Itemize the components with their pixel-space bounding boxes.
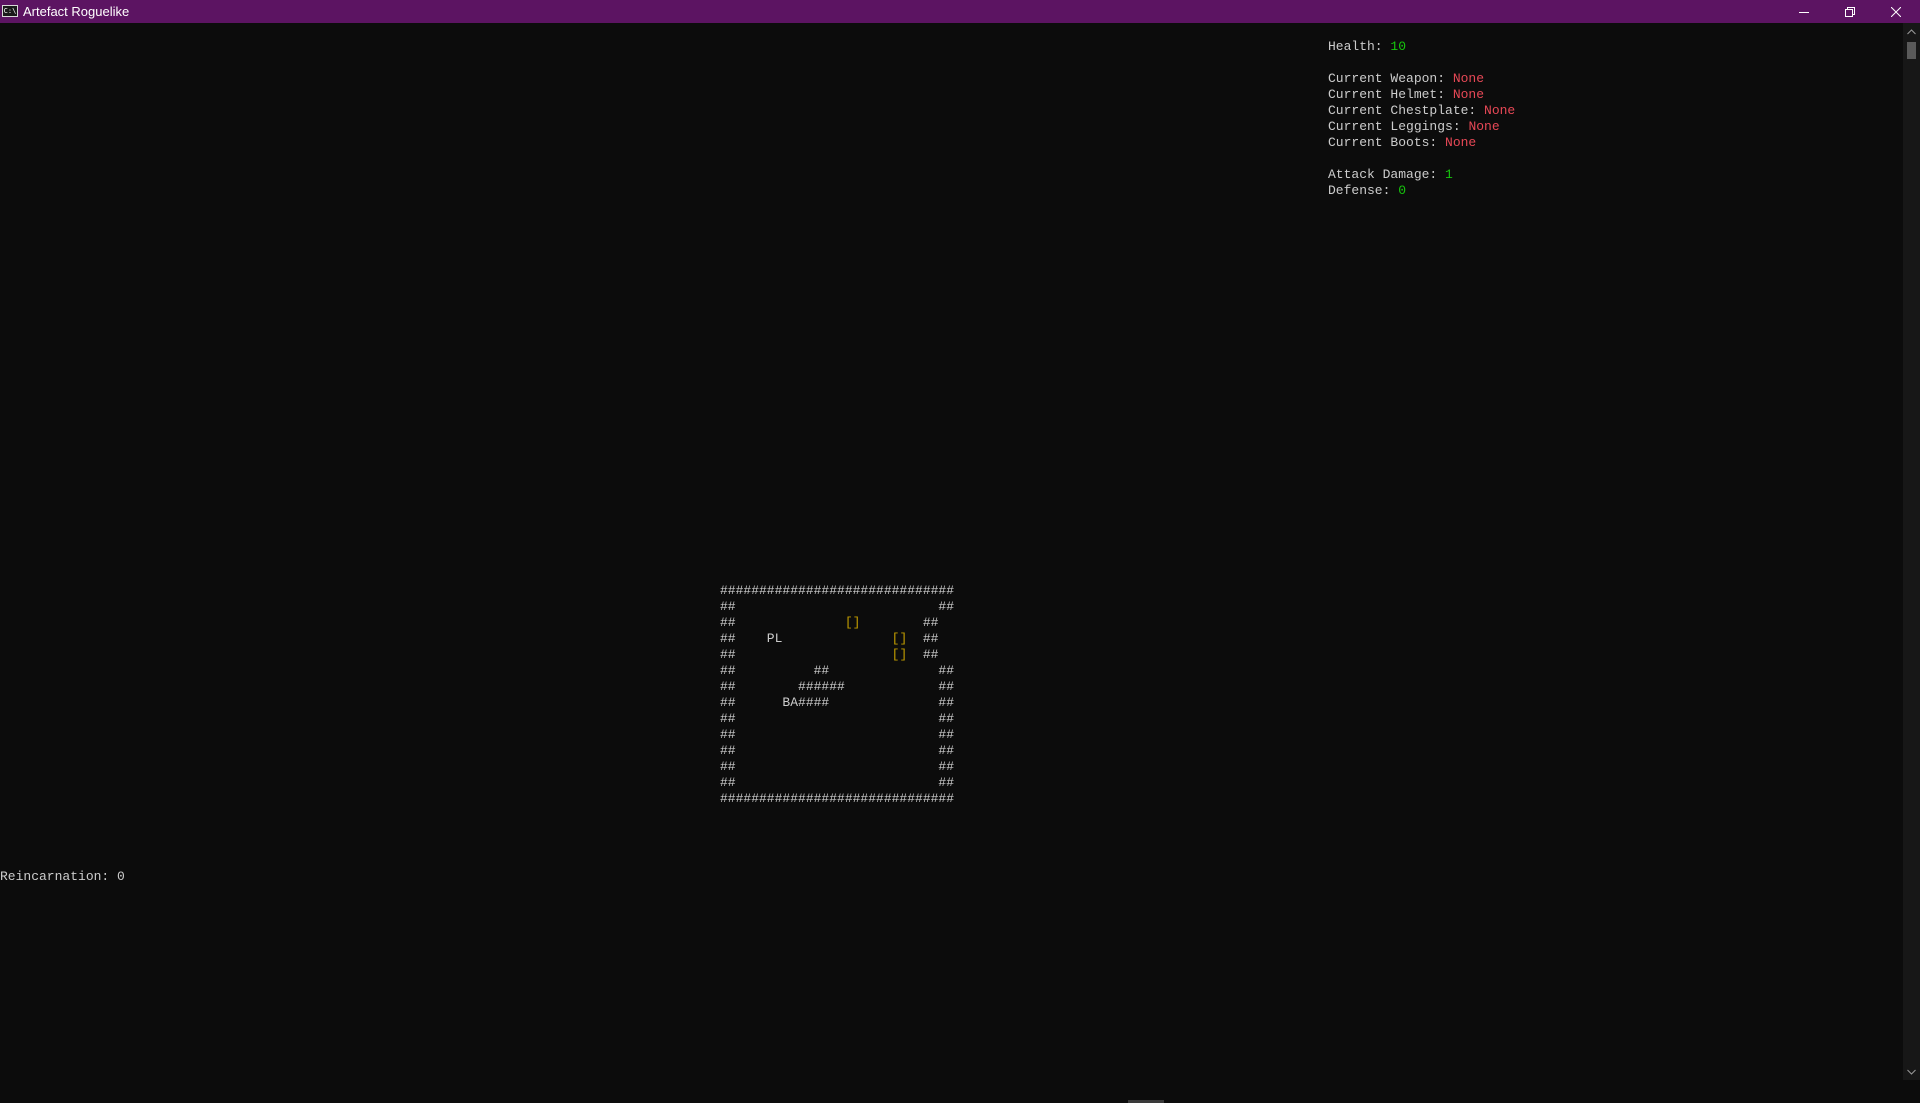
attack-label: Attack Damage: <box>1328 167 1446 182</box>
map-tiles: ## ## <box>720 775 955 790</box>
map-tiles: ## ## <box>720 759 955 774</box>
map-row: ## BA#### ## <box>720 695 954 710</box>
map-row: ## [] ## <box>720 647 938 662</box>
leggings-label: Current Leggings: <box>1328 119 1469 134</box>
item-chest: [] <box>891 631 908 646</box>
vertical-scrollbar[interactable] <box>1903 23 1920 1080</box>
title-bar[interactable]: C:\ Artefact Roguelike <box>0 0 1920 23</box>
map-tiles: ############################## <box>720 583 955 598</box>
map-row: ## ## <box>720 711 954 726</box>
map-tiles: ## ## <box>720 599 955 614</box>
defense-value: 0 <box>1398 183 1407 198</box>
map-row: ## ## <box>720 727 954 742</box>
health-label: Health: <box>1328 39 1391 54</box>
boots-label: Current Boots: <box>1328 135 1446 150</box>
map-row: ## ## <box>720 775 954 790</box>
map-row: ## PL [] ## <box>720 631 938 646</box>
close-icon <box>1891 6 1901 17</box>
defense-label: Defense: <box>1328 183 1399 198</box>
map-tiles: ## <box>720 615 845 630</box>
map-row: ## [] ## <box>720 615 938 630</box>
map-row: ## ## <box>720 599 954 614</box>
map-tiles: ## <box>860 615 939 630</box>
map-row: ############################## <box>720 583 954 598</box>
map-row: ############################## <box>720 791 954 806</box>
close-button[interactable] <box>1873 0 1919 23</box>
map-tiles: ############################## <box>720 791 955 806</box>
minimize-icon <box>1799 11 1809 13</box>
item-chest: [] <box>891 647 908 662</box>
scroll-up-button[interactable] <box>1903 23 1920 40</box>
map-row: ## ###### ## <box>720 679 954 694</box>
map-row: ## ## <box>720 743 954 758</box>
helmet-label: Current Helmet: <box>1328 87 1453 102</box>
restore-icon <box>1845 6 1855 17</box>
map-tiles: ## ###### ## <box>720 679 955 694</box>
attack-value: 1 <box>1445 167 1453 182</box>
map-row: ## ## ## <box>720 663 954 678</box>
map-tiles: ## <box>720 647 892 662</box>
weapon-value: None <box>1452 71 1485 86</box>
map-tiles: ## BA#### ## <box>720 695 955 710</box>
chestplate-label: Current Chestplate: <box>1328 103 1485 118</box>
dungeon-map: ############################## ## ## ## … <box>720 583 954 807</box>
minimize-button[interactable] <box>1781 0 1827 23</box>
scroll-down-button[interactable] <box>1903 1063 1920 1080</box>
window-title: Artefact Roguelike <box>23 4 130 19</box>
boots-value: None <box>1445 135 1477 150</box>
map-tiles: ## ## ## <box>720 663 955 678</box>
item-chest: [] <box>844 615 861 630</box>
map-tiles: ## ## <box>720 727 955 742</box>
health-value: 10 <box>1390 39 1407 54</box>
map-tiles: ## <box>907 631 939 646</box>
restore-button[interactable] <box>1827 0 1873 23</box>
map-tiles: ## ## <box>720 711 955 726</box>
stats-panel: Health: 10 Current Weapon: None Current … <box>1328 39 1515 199</box>
weapon-label: Current Weapon: <box>1328 71 1453 86</box>
map-tiles: ## <box>907 647 939 662</box>
scrollbar-thumb[interactable] <box>1907 42 1916 59</box>
leggings-value: None <box>1468 119 1500 134</box>
reincarnation-counter: Reincarnation: 0 <box>0 869 125 885</box>
map-row: ## ## <box>720 759 954 774</box>
chevron-down-icon <box>1907 1069 1916 1075</box>
map-tiles: ## PL <box>720 631 892 646</box>
helmet-value: None <box>1452 87 1485 102</box>
chevron-up-icon <box>1907 28 1916 34</box>
reincarnation-label: Reincarnation: <box>0 869 118 884</box>
map-tiles: ## ## <box>720 743 955 758</box>
chestplate-value: None <box>1484 103 1516 118</box>
reincarnation-value: 0 <box>117 869 125 884</box>
console-icon: C:\ <box>2 5 18 17</box>
console-output[interactable]: Health: 10 Current Weapon: None Current … <box>0 23 1903 1103</box>
